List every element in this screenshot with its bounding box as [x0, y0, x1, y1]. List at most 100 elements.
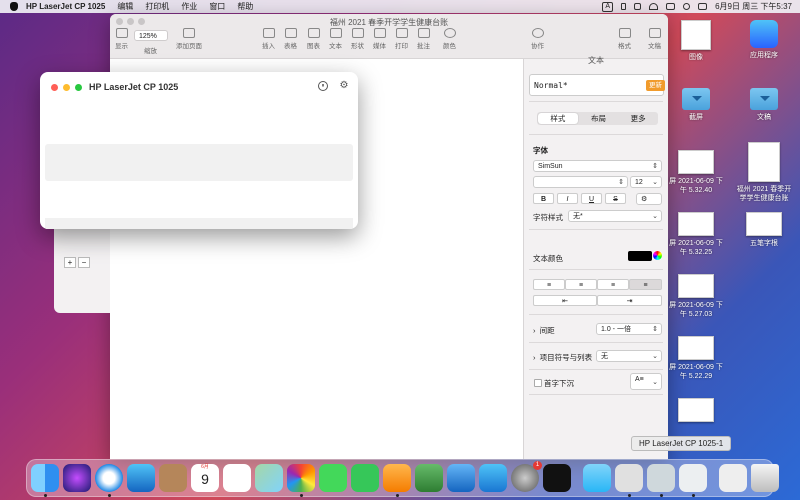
format-button[interactable]: 格式 [618, 28, 631, 50]
comment-button[interactable]: 批注 [417, 28, 430, 50]
spacing-select[interactable]: 1.0 - 一倍 ⇕ [596, 323, 662, 335]
table-button[interactable]: 表格 [284, 28, 297, 50]
tab-layout[interactable]: 布局 [579, 112, 619, 125]
tab-more[interactable]: 更多 [618, 112, 658, 125]
zoom-button[interactable] [75, 84, 82, 91]
collaborate-button[interactable]: 协作 [531, 28, 544, 50]
finder-icon[interactable] [31, 464, 59, 497]
color-button[interactable]: 颜色 [443, 28, 456, 50]
photos-icon[interactable] [287, 464, 315, 497]
control-center-icon[interactable] [666, 3, 676, 10]
desktop-item[interactable] [666, 398, 726, 425]
align-right-button[interactable]: ≡ [597, 279, 629, 290]
menu-help[interactable]: 帮助 [237, 1, 253, 12]
bullets-select[interactable]: 无 ⌄ [596, 350, 662, 362]
menu-job[interactable]: 作业 [181, 1, 197, 12]
tab-style[interactable]: 样式 [538, 113, 578, 124]
wifi-icon[interactable] [649, 3, 659, 10]
desktop-item[interactable]: 福州 2021 春季开学学生健康台账 [734, 142, 794, 203]
bluetooth-icon[interactable] [621, 3, 627, 10]
calendar-icon[interactable]: 6月 9 [191, 464, 219, 492]
char-style-select[interactable]: 无* ⌄ [568, 210, 662, 222]
pages-app-icon[interactable] [383, 464, 411, 497]
text-color-swatch[interactable] [628, 251, 652, 261]
system-preferences-icon[interactable]: 1 [511, 461, 542, 492]
media-player-icon[interactable] [583, 464, 611, 492]
reminders-icon[interactable] [223, 464, 251, 492]
justify-button[interactable]: ≡ [629, 279, 662, 290]
bullets-disclosure[interactable]: › 项目符号与列表 [533, 352, 592, 363]
close-button[interactable] [51, 84, 58, 91]
font-size-field[interactable]: 12 ⌄ [630, 176, 662, 188]
contacts-icon[interactable] [159, 464, 187, 492]
view-button[interactable]: 显示 [115, 28, 128, 50]
desktop-item[interactable]: 应用程序 [734, 20, 794, 60]
dropcap-checkbox[interactable] [534, 379, 542, 387]
printer-queue-icon[interactable] [647, 464, 675, 497]
gear-icon[interactable]: ⚙ [339, 81, 349, 91]
hp-printer-icon[interactable] [679, 464, 707, 497]
document-button[interactable]: 文稿 [648, 28, 661, 50]
decrease-indent-button[interactable]: ⇤ [533, 295, 597, 306]
spacing-disclosure[interactable]: › 间距 [533, 325, 555, 336]
menu-edit[interactable]: 编辑 [117, 1, 133, 12]
desktop-item[interactable]: 五笔字根 [734, 212, 794, 248]
desktop-item[interactable]: 图像 [666, 20, 726, 62]
safari-icon[interactable] [95, 464, 123, 497]
italic-button[interactable]: I [557, 193, 578, 204]
apple-tv-icon[interactable] [543, 464, 571, 492]
input-method-icon[interactable]: A [602, 1, 614, 12]
font-typeface-select[interactable]: ⇕ [533, 176, 628, 188]
keynote-icon[interactable] [447, 464, 475, 492]
desktop-item[interactable]: 屏 2021-06-09 下午 5.32.25 [666, 212, 726, 257]
maps-icon[interactable] [255, 464, 283, 492]
siri-icon[interactable] [63, 464, 91, 492]
font-family-select[interactable]: SimSun ⇕ [533, 160, 662, 172]
job-list-row[interactable] [45, 144, 353, 181]
minimize-button[interactable] [63, 84, 70, 91]
desktop-item[interactable]: 屏 2021-06-09 下午 5.32.40 [666, 150, 726, 195]
add-button[interactable]: + [64, 257, 76, 268]
underline-button[interactable]: U [581, 193, 602, 204]
volume-icon[interactable] [634, 3, 642, 10]
insert-button[interactable]: 插入 [262, 28, 275, 50]
menu-printer[interactable]: 打印机 [145, 1, 169, 12]
print-button[interactable]: 打印 [395, 28, 408, 50]
update-style-button[interactable]: 更新 [646, 80, 665, 91]
increase-indent-button[interactable]: ⇥ [597, 295, 662, 306]
desktop-item[interactable]: 截屏 [666, 88, 726, 122]
text-button[interactable]: 文本 [329, 28, 342, 50]
align-left-button[interactable]: ≡ [533, 279, 565, 290]
bold-button[interactable]: B [533, 193, 554, 204]
color-wheel-icon[interactable] [653, 251, 662, 260]
app-store-icon[interactable] [479, 464, 507, 492]
trash-icon[interactable] [751, 464, 779, 492]
paragraph-style-select[interactable]: Normal* [529, 74, 664, 96]
desktop-item[interactable]: 屏 2021-06-09 下午 5.27.03 [666, 274, 726, 319]
facetime-icon[interactable] [351, 464, 379, 492]
mail-icon[interactable] [127, 464, 155, 492]
chart-button[interactable]: 图表 [307, 28, 320, 50]
zoom-select[interactable]: 125% [134, 30, 168, 41]
app-menu[interactable]: HP LaserJet CP 1025 [26, 2, 105, 11]
add-page-button[interactable]: 添加页面 [176, 28, 202, 50]
printer-utility-icon[interactable] [615, 464, 643, 497]
align-center-button[interactable]: ≡ [565, 279, 597, 290]
notification-icon[interactable] [698, 3, 708, 10]
dropcap-style-select[interactable]: A≡ ⌄ [630, 373, 662, 390]
pause-icon[interactable]: ⏸ [318, 81, 328, 91]
numbers-icon[interactable] [415, 464, 443, 492]
desktop-item[interactable]: 屏 2021-06-09 下午 5.22.29 [666, 336, 726, 381]
shape-button[interactable]: 形状 [351, 28, 364, 50]
media-button[interactable]: 媒体 [373, 28, 386, 50]
text-options-button[interactable]: ⚙ [636, 193, 662, 205]
apple-menu-icon[interactable] [10, 2, 18, 11]
menu-window[interactable]: 窗口 [209, 1, 225, 12]
strikethrough-button[interactable]: S [605, 193, 626, 204]
downloads-stack-icon[interactable] [719, 464, 747, 492]
spotlight-icon[interactable] [683, 3, 691, 10]
remove-button[interactable]: − [78, 257, 90, 268]
clock[interactable]: 6月9日 周三 下午5:37 [715, 1, 792, 12]
messages-icon[interactable] [319, 464, 347, 492]
desktop-item[interactable]: 文稿 [734, 88, 794, 122]
